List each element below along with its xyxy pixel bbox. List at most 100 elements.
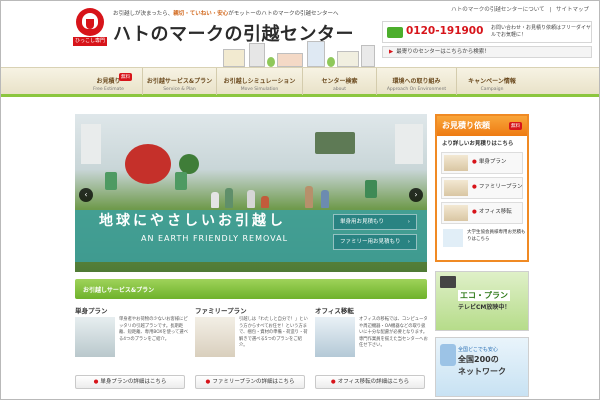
bullet-icon: ● (93, 379, 99, 385)
plan-thumbnail (444, 180, 468, 196)
service-family: ファミリープラン 引越しは「わたしと自分で！」という方からすべてお任せ！という方… (195, 305, 308, 395)
nav-environment[interactable]: 環境への取り組み Approach On Environment (377, 68, 457, 95)
nav-sublabel: Service & Plan (163, 87, 196, 92)
nav-sublabel: about (333, 87, 346, 92)
phone-note: お問い合わせ・お見積り依頼はフリーダイヤルでお気軽に！ (491, 25, 591, 38)
site-logo[interactable]: ひっこし専門 (73, 8, 107, 46)
top-links: ハトのマークの引越センターについて | サイトマップ (448, 5, 589, 13)
nav-center-search[interactable]: センター検索 about (303, 68, 377, 95)
single-plan-details-button[interactable]: ● 単身プランの詳細はこちら (75, 375, 185, 389)
tree-image (179, 154, 199, 174)
logo-label: ひっこし専門 (73, 37, 107, 46)
network-line-1: 全国どこでも安心 (458, 347, 498, 353)
phone-box: 0120-191900 お問い合わせ・お見積り依頼はフリーダイヤルでお気軽に！ (382, 21, 592, 43)
free-badge: 無料 (119, 73, 132, 81)
building-image (395, 124, 423, 164)
tree-illustration (267, 57, 275, 67)
header-tagline: お引越しが決まったら、親切・ていねい・安心がモットーのハトのマークの引越センター… (113, 9, 338, 17)
service-single: 単身プラン 単身者やお荷物の少ないお客様にピッタリの引越プランです。長期距離、短… (75, 305, 188, 395)
services-heading: お引越しサービス&プラン (83, 287, 155, 294)
family-plan-details-button[interactable]: ● ファミリープランの詳細はこちら (195, 375, 305, 389)
network-line-2: 全国200の (458, 355, 499, 364)
nav-label: お引越サービス&プラン (146, 78, 213, 85)
phone-number[interactable]: 0120-191900 (406, 25, 483, 37)
hero-title: 地球にやさしいお引越し (99, 213, 286, 229)
japan-map-icon (440, 344, 456, 366)
service-description: オフィスの移転では、コンピュータや周辺機器・OA機器などの取り扱いに十分な配慮が… (359, 317, 428, 349)
tagline-text-1: お引越しが決まったら、 (113, 11, 174, 17)
tree-illustration (327, 57, 335, 67)
quote-family-plan[interactable]: ● ファミリープラン (441, 177, 523, 199)
service-office: オフィス移転 オフィスの移転では、コンピュータや周辺機器・OA機器などの取り扱い… (315, 305, 428, 395)
services-heading-bar: お引越しサービス&プラン (75, 279, 427, 299)
network-banner[interactable]: 全国どこでも安心 全国200の ネットワーク (435, 337, 529, 397)
nav-campaign[interactable]: キャンペーン情報 Campaign (457, 68, 527, 95)
figure-image (321, 190, 329, 208)
service-image (75, 317, 115, 357)
tv-icon (440, 276, 456, 288)
arrow-right-icon: ▶ (389, 49, 394, 55)
nav-label: お引越しシミュレーション (223, 78, 296, 85)
bin-image (175, 172, 187, 190)
figure-image (261, 196, 269, 208)
plan-label: ファミリープラン (478, 184, 523, 190)
plan-label: オフィス移転 (478, 209, 512, 215)
building-illustration (249, 43, 265, 67)
plan-thumbnail (444, 155, 468, 171)
bin-image (365, 180, 377, 198)
bullet-icon: ● (472, 184, 477, 190)
building-illustration (277, 53, 303, 67)
bullet-icon: ● (472, 209, 477, 215)
nav-estimate[interactable]: お見積り Free Estimate 無料 (75, 68, 143, 95)
tree-image (125, 144, 171, 184)
family-estimate-button[interactable]: ファミリー用お見積もり (333, 234, 417, 250)
network-line-3: ネットワーク (458, 367, 506, 376)
building-illustration (307, 41, 325, 67)
sitemap-link[interactable]: サイトマップ (556, 7, 589, 13)
nav-sublabel: Campaign (480, 87, 504, 92)
nav-label: キャンペーン情報 (468, 78, 516, 85)
nearest-center-label: 最寄りのセンターはこちらから検索！ (396, 49, 490, 55)
bullet-icon: ● (205, 379, 211, 385)
tagline-text-2: がモットーのハトのマークの引越センターへ (228, 11, 339, 17)
town-illustration (221, 39, 376, 67)
figure-image (225, 188, 233, 208)
free-dial-icon (387, 27, 403, 38)
nearest-center-link[interactable]: ▶ 最寄りのセンターはこちらから検索！ (382, 46, 592, 58)
quote-request-box: お見積り依頼 無料 より詳しいお見積りはこちら ● 単身プラン ● ファミリープラン… (435, 114, 529, 262)
eco-plan-title: エコ・プラン (458, 290, 510, 301)
quote-office-move[interactable]: ● オフィス移転 (441, 202, 523, 224)
nav-simulation[interactable]: お引越しシミュレーション Move Simulation (217, 68, 303, 95)
main-nav: お見積り Free Estimate 無料 お引越サービス&プラン Servic… (1, 67, 599, 97)
bullet-icon: ● (330, 379, 336, 385)
single-estimate-button[interactable]: 単身用お見積もり (333, 214, 417, 230)
service-title: ファミリープラン (195, 307, 247, 315)
prev-slide-icon[interactable]: ‹ (79, 188, 93, 202)
quote-subtitle: より詳しいお見積りはこちら (442, 141, 514, 147)
building-illustration (223, 49, 245, 67)
browser-page: お引越しが決まったら、親切・ていねい・安心がモットーのハトのマークの引越センター… (0, 0, 600, 400)
about-link[interactable]: ハトのマークの引越センターについて (451, 7, 545, 13)
hero-subtitle: AN EARTH FRIENDLY REMOVAL (141, 234, 289, 243)
coop-member-estimate-link[interactable]: 大学生協会員様専用お見積もりはこちら (441, 228, 526, 248)
free-badge: 無料 (509, 122, 522, 130)
figure-image (211, 192, 219, 208)
office-move-details-button[interactable]: ● オフィス移転の詳細はこちら (315, 375, 425, 389)
service-title: 単身プラン (75, 307, 108, 315)
bullet-icon: ● (472, 159, 477, 165)
nav-sublabel: Approach On Environment (386, 87, 447, 92)
quote-single-plan[interactable]: ● 単身プラン (441, 152, 523, 174)
button-label: ファミリープランの詳細はこちら (212, 379, 295, 385)
nav-service-plan[interactable]: お引越サービス&プラン Service & Plan (143, 68, 217, 95)
building-image (81, 124, 101, 164)
building-illustration (361, 45, 375, 67)
building-illustration (337, 51, 359, 67)
figure-image (305, 186, 313, 208)
eco-plan-banner[interactable]: エコ・プラン テレビCM放映中！ (435, 271, 529, 331)
nav-label: センター検索 (321, 78, 358, 85)
plan-thumbnail (444, 205, 468, 221)
next-slide-icon[interactable]: › (409, 188, 423, 202)
bin-image (105, 172, 117, 190)
coop-label: 大学生協会員様専用お見積もりはこちら (467, 230, 526, 242)
nav-label: 環境への取り組み (392, 78, 441, 85)
